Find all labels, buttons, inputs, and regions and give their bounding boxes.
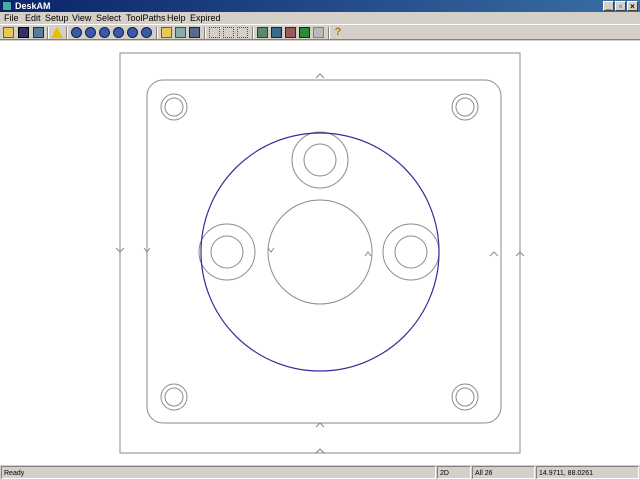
zoom-window-icon[interactable] <box>99 27 110 38</box>
status-message: Ready <box>1 466 436 479</box>
menu-toolpaths[interactable]: ToolPaths <box>126 12 166 24</box>
menu-select[interactable]: Select <box>96 12 121 24</box>
settings-icon[interactable] <box>175 27 186 38</box>
menu-edit[interactable]: Edit <box>25 12 41 24</box>
part-outline <box>146 79 502 424</box>
stock-boundary <box>119 52 521 454</box>
direction-arrow <box>315 448 325 454</box>
toolpath-icon[interactable] <box>161 27 172 38</box>
direction-arrow <box>267 247 275 253</box>
toolbar-separator <box>252 27 254 39</box>
bolt-hole-inner <box>394 235 428 269</box>
direction-arrow <box>364 251 372 257</box>
save-icon[interactable] <box>18 27 29 38</box>
app-icon <box>2 1 12 11</box>
status-coordinates: 14.9711, 88.0261 <box>536 466 639 479</box>
corner-hole-inner <box>164 387 184 407</box>
zoom-in-icon[interactable] <box>71 27 82 38</box>
direction-arrow <box>489 251 499 257</box>
menu-help[interactable]: Help <box>167 12 186 24</box>
bolt-hole-outer <box>291 131 349 189</box>
machine-icon[interactable] <box>257 27 268 38</box>
status-mode: 2D <box>437 466 471 479</box>
flag-icon[interactable] <box>285 27 296 38</box>
print-icon[interactable] <box>33 27 44 38</box>
select-area-icon[interactable] <box>237 27 248 38</box>
cad-drawing[interactable] <box>0 41 640 465</box>
tool-icon[interactable] <box>189 27 200 38</box>
disabled-icon[interactable] <box>313 27 324 38</box>
bolt-hole-inner <box>303 143 337 177</box>
corner-hole-inner <box>455 387 475 407</box>
maximize-button[interactable]: ▫ <box>615 1 626 11</box>
select-chain-icon[interactable] <box>223 27 234 38</box>
status-bar: Ready 2D All 26 14.9711, 88.0261 <box>0 465 640 480</box>
direction-arrow <box>315 73 325 79</box>
close-button[interactable]: × <box>627 1 638 11</box>
zoom-previous-icon[interactable] <box>127 27 138 38</box>
simulate-icon[interactable] <box>271 27 282 38</box>
center-bore <box>267 199 373 305</box>
corner-hole-inner <box>455 97 475 117</box>
window-title: DeskAM <box>15 1 51 11</box>
toolbar-separator <box>47 27 49 39</box>
direction-arrow <box>315 422 325 428</box>
menu-view[interactable]: View <box>72 12 91 24</box>
toolbar-separator <box>328 27 330 39</box>
warning-icon[interactable] <box>51 27 63 38</box>
bolt-hole-outer <box>382 223 440 281</box>
zoom-out-icon[interactable] <box>85 27 96 38</box>
drawing-canvas[interactable] <box>0 41 640 465</box>
menu-setup[interactable]: Setup <box>45 12 69 24</box>
title-bar: DeskAM _ ▫ × <box>0 0 640 12</box>
open-file-icon[interactable] <box>3 27 14 38</box>
zoom-all-icon[interactable] <box>113 27 124 38</box>
status-selection-count: All 26 <box>472 466 535 479</box>
minimize-button[interactable]: _ <box>603 1 614 11</box>
toolbar-separator <box>204 27 206 39</box>
bolt-hole-outer <box>198 223 256 281</box>
output-icon[interactable] <box>299 27 310 38</box>
menu-expired[interactable]: Expired <box>190 12 221 24</box>
select-point-icon[interactable] <box>209 27 220 38</box>
toolbar-separator <box>66 27 68 39</box>
zoom-fit-icon[interactable] <box>141 27 152 38</box>
bolt-hole-inner <box>210 235 244 269</box>
corner-hole-inner <box>164 97 184 117</box>
toolbar-separator <box>156 27 158 39</box>
menu-file[interactable]: File <box>4 12 19 24</box>
help-icon[interactable]: ? <box>334 27 342 38</box>
menu-bar: File Edit Setup View Select ToolPaths He… <box>0 12 640 24</box>
toolbar: ? <box>0 24 640 40</box>
selected-bolt-circle[interactable] <box>200 132 440 372</box>
